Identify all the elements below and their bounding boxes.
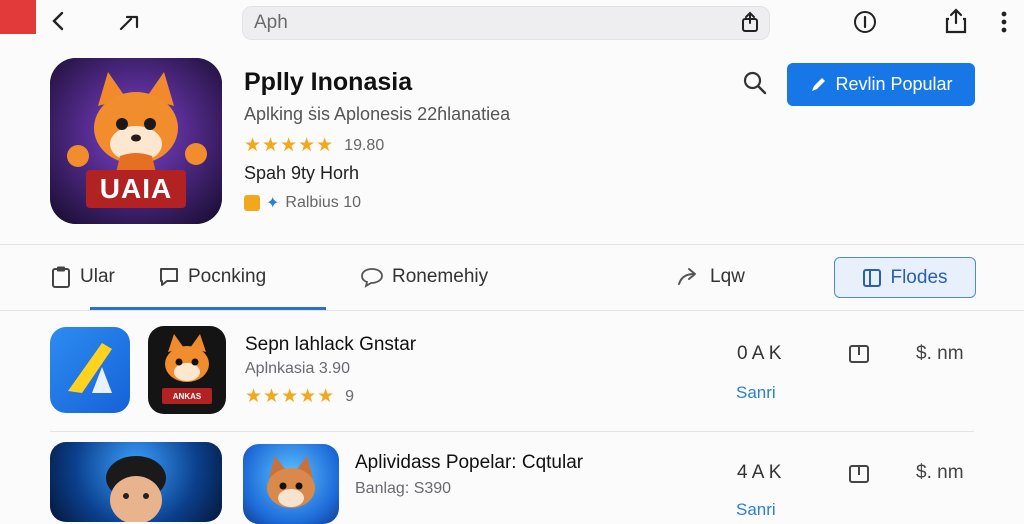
- list-item-link[interactable]: Sanri: [736, 500, 776, 520]
- list-item-icon[interactable]: ANKAS: [148, 326, 226, 414]
- list-item-image[interactable]: [50, 442, 222, 522]
- rating-value: 9: [345, 387, 355, 405]
- app-icon-label: UAIA: [99, 173, 173, 204]
- app-subtitle: Aplking ṡis Aplonesis 22ɦlanatiea: [244, 104, 511, 124]
- pen-icon: [812, 77, 826, 91]
- primary-action-button[interactable]: Revlin Popular: [787, 63, 975, 106]
- search-icon[interactable]: [740, 68, 770, 98]
- share-icon[interactable]: [942, 6, 970, 36]
- list-item-price: $. nm: [916, 462, 964, 483]
- tab-label: Flodes: [890, 266, 948, 288]
- rating-value: 19.80: [344, 136, 385, 154]
- back-arrow-icon[interactable]: [46, 8, 72, 34]
- list-item-subtitle: Aplnkasia 3.90: [245, 360, 350, 377]
- chat-bubble-icon: [160, 268, 178, 286]
- badge-icon: [244, 195, 260, 211]
- badge-row: ✦ Ralbius 10: [244, 193, 361, 213]
- clipboard-icon[interactable]: [846, 340, 872, 366]
- info-icon[interactable]: [852, 9, 878, 35]
- share-icon[interactable]: [738, 10, 762, 34]
- tab-indicator: [0, 0, 36, 34]
- list-item-subtitle: Banlag: S390: [355, 480, 452, 497]
- rating-row: ★★★★★ 19.80: [244, 134, 384, 157]
- tab-label: Ronemehiy: [392, 266, 489, 287]
- tab-label: Lqw: [710, 266, 745, 287]
- sparkle-icon: ✦: [266, 195, 280, 212]
- list-item-title[interactable]: Aplividass Popelar: Cqtular: [355, 452, 583, 474]
- list-item-icon-label: ANKAS: [172, 391, 202, 401]
- list-item-size: 4 A K: [737, 462, 782, 483]
- tab-ronemehiy[interactable]: Ronemehiy: [360, 262, 488, 292]
- list-item-price: $. nm: [916, 343, 964, 364]
- share-arrow-icon: [678, 268, 696, 285]
- tab-lqw[interactable]: Lqw: [676, 262, 745, 292]
- clipboard-icon[interactable]: [846, 460, 872, 486]
- tab-label: Ular: [80, 266, 115, 287]
- comment-icon: [361, 268, 383, 288]
- star-rating-icon: ★★★★★: [244, 135, 335, 156]
- tab-label: Pocnking: [188, 266, 267, 287]
- list-item-link[interactable]: Sanri: [736, 383, 776, 403]
- tab-flodes[interactable]: Flodes: [834, 257, 976, 298]
- clipboard-icon: [52, 266, 70, 288]
- list-item-rating: ★★★★★ 9: [245, 385, 354, 408]
- list-item-size: 0 A K: [737, 343, 782, 364]
- tab-ular[interactable]: Ular: [50, 262, 115, 292]
- badge-text: Ralbius 10: [285, 194, 362, 211]
- primary-action-label: Revlin Popular: [835, 74, 953, 94]
- app-title: Pplly Inonasia: [244, 68, 413, 96]
- list-item-title[interactable]: Sepn lahlack Gnstar: [245, 334, 416, 356]
- tab-pocnking[interactable]: Pocnking: [158, 262, 266, 292]
- address-text[interactable]: Aph: [254, 12, 288, 34]
- app-icon: UAIA: [50, 58, 222, 224]
- kebab-menu-icon[interactable]: [994, 8, 1014, 36]
- tabs-divider: [0, 310, 1024, 311]
- list-divider: [50, 431, 974, 432]
- developer-name[interactable]: Spah 9ty Horh: [244, 163, 359, 184]
- forward-arrow-icon[interactable]: [116, 8, 144, 36]
- address-bar[interactable]: [242, 6, 770, 40]
- list-item-icon[interactable]: [243, 444, 339, 524]
- star-rating-icon: ★★★★★: [245, 386, 336, 407]
- section-divider: [0, 244, 1024, 245]
- folder-icon: [863, 268, 882, 287]
- list-item-icon[interactable]: [50, 327, 130, 413]
